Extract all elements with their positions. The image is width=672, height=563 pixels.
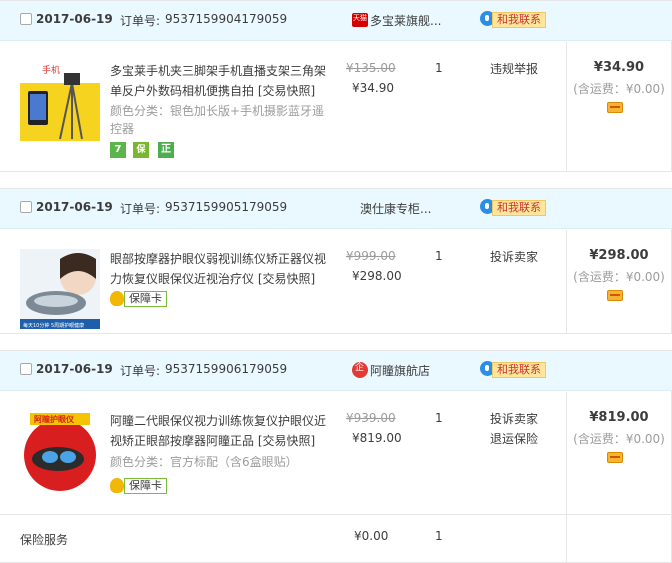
shop-name-link[interactable]: 多宝莱旗舰... [370, 12, 441, 29]
guarantee-icon: 保 [133, 142, 149, 158]
guarantee-shield-icon [110, 291, 124, 306]
unit-price: ¥34.90 [352, 81, 394, 95]
contact-label: 和我联系 [492, 362, 546, 378]
order-total: ¥819.00 [589, 410, 649, 425]
order-total: ¥34.90 [593, 60, 645, 75]
unit-price: ¥298.00 [352, 269, 402, 283]
original-price: ¥939.00 [346, 411, 396, 425]
svg-text:每天10分钟 5周期护眼健康: 每天10分钟 5周期护眼健康 [23, 322, 84, 329]
product-title-link[interactable]: 多宝莱手机夹三脚架手机直播支架三角架单反户外数码相机便携自拍 [交易快照] [110, 61, 332, 101]
complain-seller-link[interactable]: 投诉卖家 [490, 247, 538, 267]
order-number: 9537159905179059 [165, 200, 288, 214]
product-title-link[interactable]: 阿瞳二代眼保仪视力训练恢复仪护眼仪近视矫正眼部按摩器阿瞳正品 [交易快照] [110, 411, 332, 451]
payment-card-icon [607, 290, 623, 301]
original-price: ¥999.00 [346, 249, 396, 263]
order-checkbox[interactable] [20, 201, 32, 213]
order-header: 2017-06-19 订单号: 9537159905179059 澳仕康专柜..… [0, 189, 672, 229]
payment-card-icon [607, 452, 623, 463]
insurance-quantity: 1 [435, 529, 443, 543]
enterprise-shop-icon [352, 362, 368, 378]
order-number-label: 订单号: [120, 202, 161, 216]
genuine-icon: 正 [158, 142, 174, 158]
order-checkbox[interactable] [20, 13, 32, 25]
product-sku: 颜色分类：官方标配（含6盒眼贴） [110, 455, 298, 469]
product-thumbnail[interactable]: 每天10分钟 5周期护眼健康 [20, 249, 100, 329]
return-shipping-insurance-link[interactable]: 退运保险 [490, 429, 538, 449]
shipping-included: (含运费：¥0.00) [573, 432, 665, 446]
product-thumbnail[interactable]: 手机 [20, 61, 100, 141]
order-date: 2017-06-19 [36, 200, 113, 214]
order-number: 9537159904179059 [165, 12, 288, 26]
insurance-label: 保险服务 [20, 533, 69, 547]
guarantee-card-label: 保障卡 [124, 291, 167, 307]
order-date: 2017-06-19 [36, 362, 113, 376]
order-number-label: 订单号: [120, 14, 161, 28]
order-checkbox[interactable] [20, 363, 32, 375]
order-date: 2017-06-19 [36, 12, 113, 26]
tmall-icon [352, 13, 368, 27]
original-price: ¥135.00 [346, 61, 396, 75]
payment-card-icon [607, 102, 623, 113]
product-title-link[interactable]: 眼部按摩器护眼仪弱视训练仪矫正器仪视力恢复仪眼保仪近视治疗仪 [交易快照] [110, 249, 332, 289]
shipping-included: (含运费：¥0.00) [573, 270, 665, 284]
shop-name-link[interactable]: 阿瞳旗航店 [370, 362, 430, 379]
insurance-price: ¥0.00 [354, 529, 389, 543]
quantity: 1 [435, 249, 443, 263]
complain-seller-link[interactable]: 投诉卖家 [490, 409, 538, 429]
order-total: ¥298.00 [589, 248, 649, 263]
guarantee-shield-icon [110, 478, 124, 493]
seven-day-return-icon: 7 [110, 142, 126, 158]
contact-label: 和我联系 [492, 200, 546, 216]
order-number: 9537159906179059 [165, 362, 288, 376]
svg-text:手机: 手机 [42, 64, 60, 76]
quantity: 1 [435, 411, 443, 425]
svg-text:阿瞳护眼仪: 阿瞳护眼仪 [34, 414, 75, 424]
shop-name-link[interactable]: 澳仕康专柜... [360, 200, 431, 217]
order-number-label: 订单号: [120, 364, 161, 378]
product-sku: 颜色分类：银色加长版+手机摄影蓝牙遥控器 [110, 104, 325, 136]
product-thumbnail[interactable]: 阿瞳护眼仪 [20, 411, 100, 491]
report-violation-link[interactable]: 违规举报 [490, 59, 538, 79]
guarantee-card-label: 保障卡 [124, 478, 167, 494]
quantity: 1 [435, 61, 443, 75]
order-card: 2017-06-19 订单号: 9537159904179059 多宝莱旗舰..… [0, 0, 672, 172]
order-header: 2017-06-19 订单号: 9537159904179059 多宝莱旗舰..… [0, 1, 672, 41]
contact-label: 和我联系 [492, 12, 546, 28]
shipping-included: (含运费：¥0.00) [573, 82, 665, 96]
order-card: 2017-06-19 订单号: 9537159905179059 澳仕康专柜..… [0, 188, 672, 334]
unit-price: ¥819.00 [352, 431, 402, 445]
order-header: 2017-06-19 订单号: 9537159906179059 阿瞳旗航店 和… [0, 351, 672, 391]
insurance-service-row: 保险服务 ¥0.00 1 [0, 514, 672, 563]
